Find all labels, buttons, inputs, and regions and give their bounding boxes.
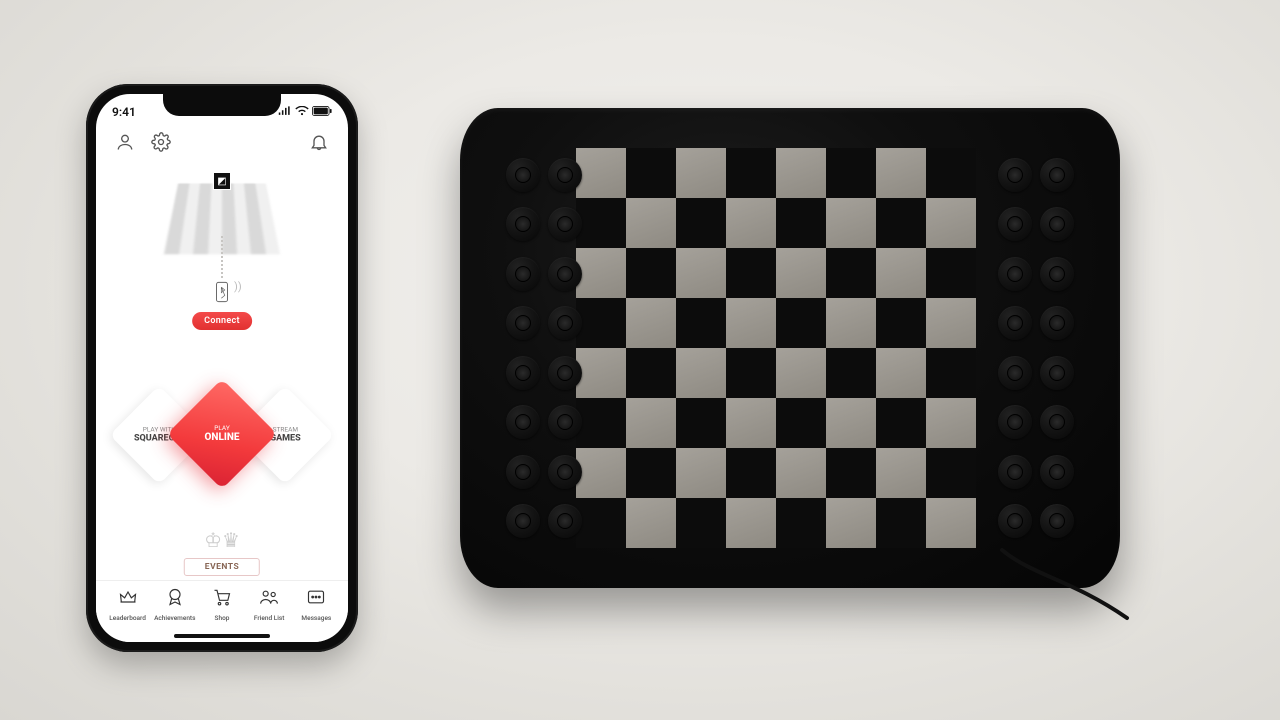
phone-screen: 9:41 (96, 94, 348, 642)
sensor-dot (548, 455, 582, 489)
sensor-column (1012, 150, 1102, 546)
nav-shop[interactable]: Shop (199, 587, 245, 622)
games-label: GAMES (270, 434, 301, 444)
sensor-dot (1040, 306, 1074, 340)
events-button[interactable]: EVENTS (184, 558, 260, 576)
friends-icon (259, 587, 279, 611)
notification-bell-icon[interactable] (308, 131, 330, 153)
cart-icon (212, 587, 232, 611)
sensor-dot (1040, 356, 1074, 390)
crown-icon (118, 587, 138, 611)
nav-label: Achievements (154, 614, 195, 622)
phone-frame: 9:41 (86, 84, 358, 652)
connection-line-icon (221, 236, 223, 278)
sensor-dot (1040, 455, 1074, 489)
mode-menu: PLAY WITHSQUAREOFF PLAYONLINE STREAMGAME… (96, 360, 348, 530)
status-icons (278, 105, 332, 119)
nav-label: Friend List (254, 614, 285, 622)
nav-label: Shop (215, 614, 230, 622)
play-online-button[interactable]: PLAYONLINE (167, 379, 277, 489)
events-section: ♔♛ EVENTS (184, 528, 260, 576)
sensor-dot (1040, 158, 1074, 192)
messages-icon (306, 587, 326, 611)
sensor-dot (548, 158, 582, 192)
app-topbar (96, 124, 348, 160)
nav-friends[interactable]: Friend List (246, 587, 292, 622)
bluetooth-icon (211, 278, 233, 306)
nav-achievements[interactable]: Achievements (152, 587, 198, 622)
phone-notch (163, 94, 281, 116)
nav-messages[interactable]: Messages (293, 587, 339, 622)
board-preview-badge-icon: ◩ (213, 172, 231, 190)
home-indicator (174, 634, 270, 638)
play-label: PLAY (205, 425, 240, 432)
sensor-dot (548, 405, 582, 439)
chess-grid (576, 148, 976, 548)
chess-board-device (460, 108, 1120, 588)
sensor-column (520, 150, 610, 546)
sensor-dot (1040, 257, 1074, 291)
signal-icon (278, 105, 292, 119)
settings-icon[interactable] (150, 131, 172, 153)
connect-button[interactable]: Connect (192, 312, 252, 330)
nav-leaderboard[interactable]: Leaderboard (105, 587, 151, 622)
sensor-dot (548, 257, 582, 291)
sensor-dot (548, 306, 582, 340)
online-label: ONLINE (205, 432, 240, 444)
battery-icon (312, 105, 332, 119)
status-time: 9:41 (112, 105, 136, 119)
signal-waves-icon: )) (234, 280, 242, 293)
nav-label: Messages (301, 614, 331, 622)
sensor-dot (1040, 207, 1074, 241)
sensor-dot (1040, 405, 1074, 439)
profile-icon[interactable] (114, 131, 136, 153)
sensor-dot (548, 356, 582, 390)
bottom-nav: Leaderboard Achievements Shop Friend Lis… (96, 580, 348, 642)
chess-pieces-icon: ♔♛ (184, 528, 260, 556)
nav-label: Leaderboard (109, 614, 146, 622)
wifi-icon (295, 105, 309, 119)
sensor-dot (1040, 504, 1074, 538)
sensor-dot (548, 207, 582, 241)
sensor-dot (548, 504, 582, 538)
rosette-icon (165, 587, 185, 611)
app-main: ◩ )) Connect PLAY WITHSQUAREOFF PLAYONLI… (96, 160, 348, 580)
